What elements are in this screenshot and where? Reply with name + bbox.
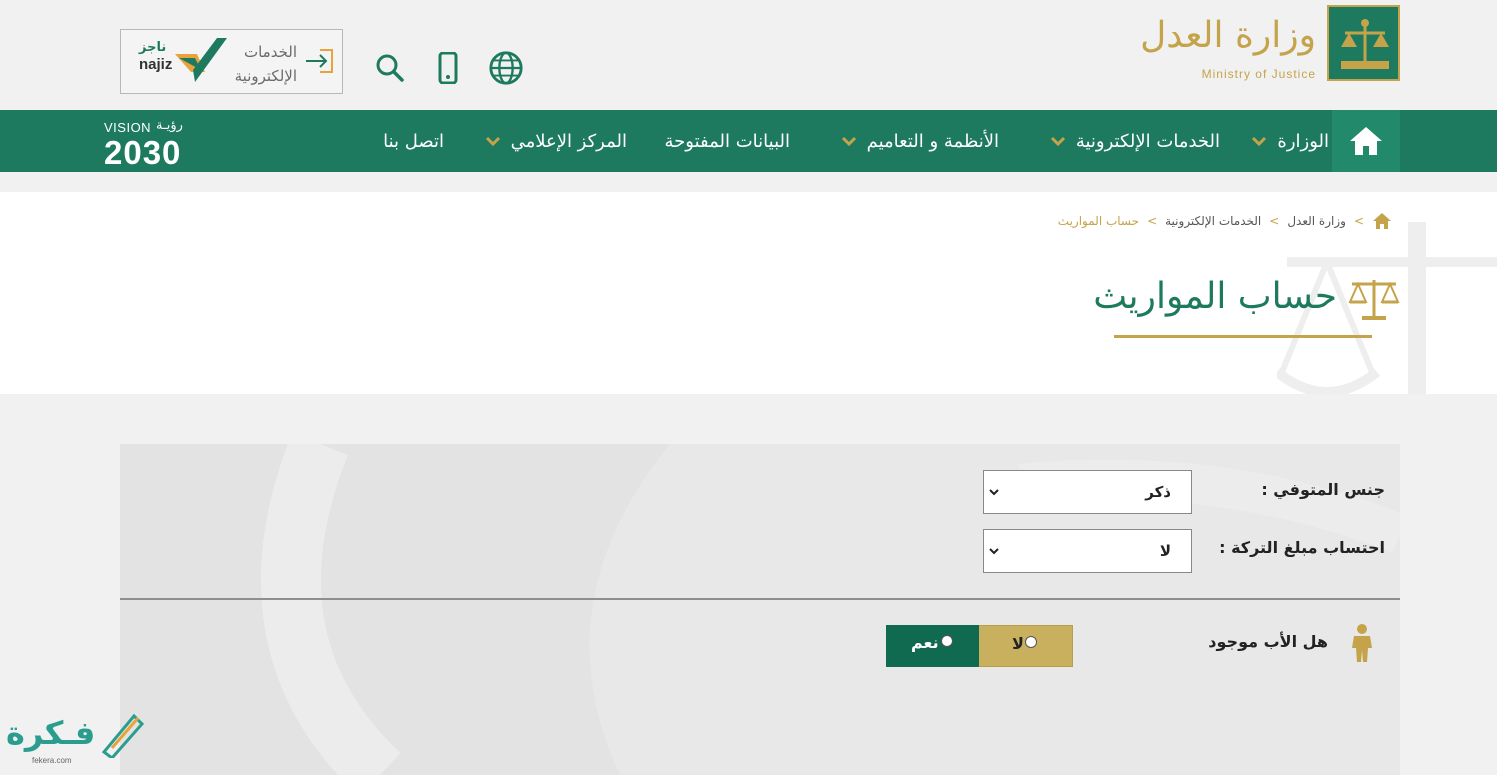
main-navigation: الوزارة الخدمات الإلكترونية الأنظمة و ال… [0,110,1497,172]
page-header-band: > وزارة العدل > الخدمات الإلكترونية > حس… [0,192,1497,394]
eservices-label: الخدمات الإلكترونية [235,40,297,88]
page-title: حساب المواريث [1093,276,1337,317]
logo-english-text: Ministry of Justice [1201,67,1316,81]
mobile-icon[interactable] [430,50,466,86]
breadcrumb-separator: > [1147,214,1158,228]
nav-item-media-center[interactable]: المركز الإعلامي [485,110,627,172]
vision-2030-logo[interactable]: VISION رؤيـة 2030 [104,118,204,171]
nav-item-label: الخدمات الإلكترونية [1075,130,1220,152]
vision-arabic-text: رؤيـة [156,118,183,133]
breadcrumb-eservices[interactable]: الخدمات الإلكترونية [1165,214,1261,228]
nav-item-ministry[interactable]: الوزارة [1251,110,1329,172]
watermark-text: فـكرة [6,714,96,752]
globe-language-icon[interactable] [488,50,524,86]
najiz-arabic-text: ناجز [139,40,167,55]
login-arrow-icon [306,49,333,73]
home-icon[interactable] [1372,212,1392,230]
nav-item-open-data[interactable]: البيانات المفتوحة [665,110,791,172]
logo-arabic-text: وزارة العدل [1140,15,1316,56]
breadcrumb: > وزارة العدل > الخدمات الإلكترونية > حس… [1058,212,1392,230]
ministry-logo[interactable]: وزارة العدل Ministry of Justice [1140,5,1400,81]
nav-item-label: اتصل بنا [383,130,444,152]
chevron-down-icon [989,548,999,555]
father-yes-label: نعم [911,633,939,652]
nav-item-label: البيانات المفتوحة [664,130,791,152]
chevron-down-icon [841,136,856,146]
father-yes-option[interactable]: نعم [886,625,979,667]
father-exists-label: هل الأب موجود [1208,632,1328,651]
najiz-check-icon [175,38,227,82]
title-underline [1114,335,1372,338]
gender-select[interactable]: ذكر [983,470,1192,514]
estate-amount-select[interactable]: لا [983,529,1192,573]
panel-background-decoration [120,444,1400,775]
nav-item-label: الأنظمة و التعاميم [866,130,999,152]
father-no-radio[interactable] [1025,636,1037,648]
scale-icon [1348,280,1400,320]
breadcrumb-current: حساب المواريث [1057,214,1140,228]
pencil-icon [101,713,145,758]
father-no-label: لا [1012,634,1024,653]
emblem-icon [1327,5,1400,81]
nav-item-contact[interactable]: اتصل بنا [383,110,444,172]
chevron-down-icon [485,136,500,146]
watermark-subtext: fekera.com [32,756,72,765]
nav-item-label: المركز الإعلامي [510,130,627,152]
breadcrumb-ministry[interactable]: وزارة العدل [1287,214,1346,228]
gender-select-value: ذكر [1145,483,1171,501]
eservices-line1: الخدمات [243,43,297,61]
inheritance-form-panel: جنس المتوفي : ذكر احتساب مبلغ التركة : ل… [120,444,1400,775]
vision-year-text: 2030 [104,134,182,171]
vision-english-text: VISION [104,120,152,135]
eservices-line2: الإلكترونية [234,67,297,85]
breadcrumb-separator: > [1269,214,1280,228]
estate-select-value: لا [1159,542,1171,560]
father-no-option[interactable]: لا [978,625,1073,667]
chevron-down-icon [989,489,999,496]
estate-amount-label: احتساب مبلغ التركة : [1219,538,1385,557]
search-icon[interactable] [372,50,408,86]
person-icon [1352,624,1372,662]
najiz-logo: ناجز najiz [137,36,233,88]
site-header: وزارة العدل Ministry of Justice ناجز naj… [0,0,1497,110]
chevron-down-icon [1050,136,1065,146]
father-yes-radio[interactable] [941,635,953,647]
chevron-down-icon [1252,136,1267,146]
form-divider [120,598,1400,600]
nav-item-label: الوزارة [1277,130,1329,152]
header-icons [372,50,524,86]
eservices-login-button[interactable]: ناجز najiz الخدمات الإلكترونية [120,29,343,94]
nav-item-eservices[interactable]: الخدمات الإلكترونية [1050,110,1220,172]
gender-label: جنس المتوفي : [1261,480,1385,499]
home-icon[interactable] [1332,110,1400,172]
nav-item-regulations[interactable]: الأنظمة و التعاميم [841,110,999,172]
fekera-watermark: فـكرة fekera.com [6,708,156,768]
breadcrumb-separator: > [1353,214,1364,228]
